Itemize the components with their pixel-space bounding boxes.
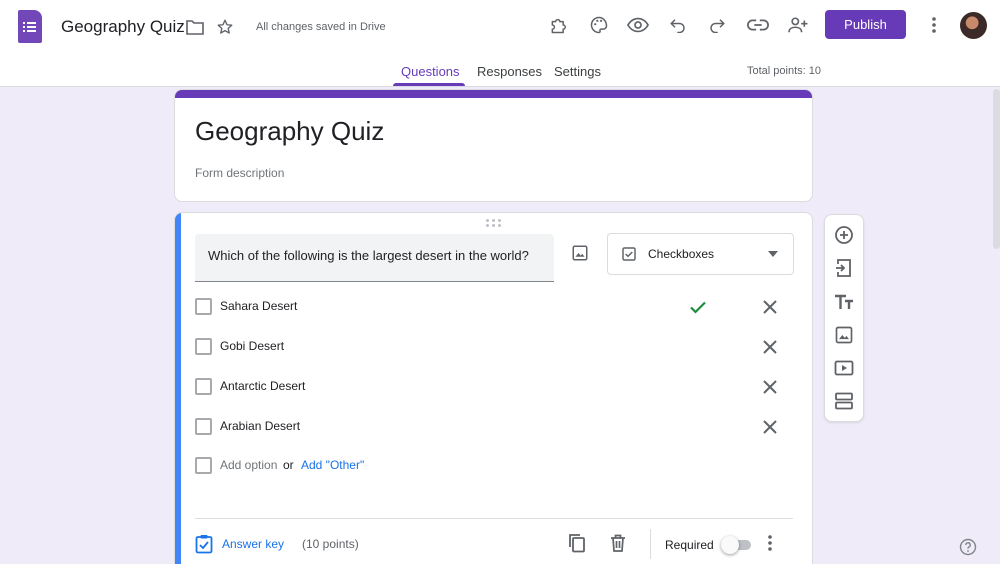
remove-option-icon[interactable]	[763, 295, 783, 319]
active-question-indicator	[175, 213, 181, 564]
add-option-link[interactable]: Add option	[220, 458, 277, 472]
option-label[interactable]: Arabian Desert	[220, 419, 300, 433]
delete-icon[interactable]	[610, 533, 630, 555]
form-title[interactable]: Geography Quiz	[195, 116, 384, 147]
add-image-icon[interactable]	[571, 244, 589, 262]
add-title-icon[interactable]	[834, 292, 856, 314]
option-row[interactable]: Gobi Desert	[195, 335, 795, 359]
drag-handle-icon[interactable]	[486, 219, 502, 227]
chevron-down-icon	[768, 251, 778, 257]
question-card[interactable]: Which of the following is the largest de…	[174, 212, 813, 564]
remove-option-icon[interactable]	[763, 415, 783, 439]
add-collaborator-icon[interactable]	[786, 14, 810, 36]
redo-icon[interactable]	[707, 14, 727, 36]
tab-responses[interactable]: Responses	[477, 64, 542, 79]
total-points: Total points: 10	[747, 65, 821, 77]
question-type-label: Checkboxes	[648, 247, 715, 261]
question-text-field[interactable]: Which of the following is the largest de…	[195, 234, 554, 282]
addons-icon[interactable]	[548, 14, 570, 36]
correct-answer-check-icon	[689, 295, 709, 319]
add-section-icon[interactable]	[834, 391, 856, 413]
palette-icon[interactable]	[588, 14, 610, 36]
more-vert-icon[interactable]	[924, 14, 944, 36]
help-icon[interactable]	[959, 538, 977, 556]
checkbox-type-icon	[621, 246, 637, 262]
import-questions-icon[interactable]	[834, 258, 856, 280]
form-title-card[interactable]: Geography Quiz Form description	[174, 89, 813, 202]
option-checkbox	[195, 418, 212, 435]
scrollbar[interactable]	[993, 89, 1000, 249]
or-text: or	[283, 458, 294, 472]
undo-icon[interactable]	[668, 14, 688, 36]
option-checkbox	[195, 338, 212, 355]
required-toggle[interactable]	[721, 536, 753, 554]
add-image-icon[interactable]	[834, 325, 856, 347]
question-type-dropdown[interactable]: Checkboxes	[607, 233, 794, 275]
more-options-icon[interactable]	[767, 533, 787, 555]
add-other-link[interactable]: Add "Other"	[301, 458, 364, 472]
toggle-knob	[721, 536, 739, 554]
answer-key-label[interactable]: Answer key	[222, 537, 284, 551]
divider	[195, 518, 793, 519]
add-question-icon[interactable]	[834, 225, 856, 247]
option-checkbox	[195, 457, 212, 474]
preview-eye-icon[interactable]	[626, 14, 650, 36]
option-row[interactable]: Antarctic Desert	[195, 375, 795, 399]
option-row[interactable]: Arabian Desert	[195, 415, 795, 439]
avatar[interactable]	[960, 12, 987, 39]
save-status: All changes saved in Drive	[256, 21, 386, 33]
footer-separator	[650, 529, 651, 559]
add-video-icon[interactable]	[834, 358, 856, 380]
duplicate-icon[interactable]	[568, 533, 588, 555]
link-icon[interactable]	[746, 14, 770, 36]
forms-logo-icon[interactable]	[18, 10, 42, 43]
required-label: Required	[665, 538, 714, 552]
option-label[interactable]: Sahara Desert	[220, 299, 297, 313]
add-option-row: Add option or Add "Other"	[195, 454, 795, 478]
theme-color-bar	[175, 90, 812, 98]
star-icon[interactable]	[215, 17, 235, 37]
floating-toolbar	[824, 214, 864, 422]
remove-option-icon[interactable]	[763, 375, 783, 399]
publish-button[interactable]: Publish	[825, 10, 906, 39]
tab-settings[interactable]: Settings	[554, 64, 601, 79]
form-description-field[interactable]: Form description	[195, 166, 284, 180]
question-points: (10 points)	[302, 537, 359, 551]
option-label[interactable]: Gobi Desert	[220, 339, 284, 353]
active-tab-indicator	[393, 83, 465, 86]
option-label[interactable]: Antarctic Desert	[220, 379, 305, 393]
document-title[interactable]: Geography Quiz	[61, 17, 185, 37]
option-row[interactable]: Sahara Desert	[195, 295, 795, 319]
remove-option-icon[interactable]	[763, 335, 783, 359]
option-checkbox	[195, 378, 212, 395]
tab-questions[interactable]: Questions	[401, 64, 460, 79]
top-header: Geography Quiz All changes saved in Driv…	[0, 0, 1000, 87]
folder-icon[interactable]	[185, 17, 205, 37]
option-checkbox	[195, 298, 212, 315]
answer-key-icon	[195, 534, 213, 554]
